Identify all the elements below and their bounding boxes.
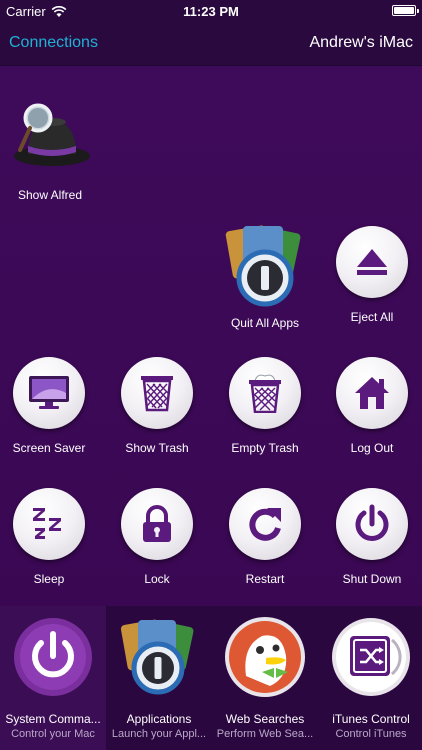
show-alfred-tile[interactable]: Show Alfred bbox=[0, 96, 100, 202]
dock-item-system-commands[interactable]: System Comma... Control your Mac bbox=[0, 606, 106, 750]
dock-subtitle: Launch your Appl... bbox=[111, 728, 207, 740]
screen-saver-tile[interactable]: Screen Saver bbox=[0, 357, 99, 455]
show-trash-circle bbox=[121, 357, 193, 429]
dock-item-itunes-control[interactable]: iTunes Control Control iTunes bbox=[318, 606, 422, 750]
log-out-tile[interactable]: Log Out bbox=[322, 357, 422, 455]
show-trash-label: Show Trash bbox=[125, 441, 189, 455]
power-icon bbox=[355, 504, 389, 541]
show-alfred-label: Show Alfred bbox=[17, 188, 83, 202]
sleep-circle bbox=[13, 488, 85, 560]
restart-tile[interactable]: Restart bbox=[215, 488, 315, 586]
dock-title: iTunes Control bbox=[332, 712, 410, 726]
lock-label: Lock bbox=[144, 572, 170, 586]
dock-item-web-searches[interactable]: Web Searches Perform Web Sea... bbox=[212, 606, 318, 750]
lock-icon bbox=[143, 505, 171, 542]
nav-bar: Connections Andrew's iMac bbox=[0, 22, 422, 66]
lock-circle bbox=[121, 488, 193, 560]
system-power-icon bbox=[14, 618, 92, 696]
quit-all-apps-tile[interactable]: Quit All Apps bbox=[215, 224, 315, 330]
applications-icon bbox=[120, 619, 194, 695]
status-time: 11:23 PM bbox=[183, 4, 239, 19]
empty-trash-tile[interactable]: Empty Trash bbox=[215, 357, 315, 455]
eject-icon bbox=[357, 249, 387, 275]
eject-circle bbox=[336, 226, 408, 298]
connections-button[interactable]: Connections bbox=[9, 34, 98, 52]
dock-subtitle: Perform Web Sea... bbox=[216, 728, 314, 740]
workflow-dock: System Comma... Control your Mac Applica… bbox=[0, 606, 422, 750]
1password-icon bbox=[221, 224, 309, 312]
dock-title: System Comma... bbox=[5, 712, 101, 726]
empty-trash-label: Empty Trash bbox=[231, 441, 299, 455]
status-bar: Carrier 11:23 PM bbox=[0, 0, 422, 22]
battery-icon bbox=[392, 5, 419, 16]
eject-all-tile[interactable]: Eject All bbox=[322, 226, 422, 324]
empty-trash-circle bbox=[229, 357, 301, 429]
log-out-label: Log Out bbox=[350, 441, 394, 455]
screen-saver-label: Screen Saver bbox=[12, 441, 86, 455]
sleep-zzz-icon bbox=[33, 508, 61, 539]
log-out-circle bbox=[336, 357, 408, 429]
shut-down-circle bbox=[336, 488, 408, 560]
itunes-shuffle-icon bbox=[332, 618, 410, 696]
dock-subtitle: Control iTunes bbox=[335, 728, 407, 740]
alfred-hat-icon bbox=[6, 96, 94, 184]
nav-title: Andrew's iMac bbox=[309, 34, 413, 51]
show-trash-tile[interactable]: Show Trash bbox=[107, 357, 207, 455]
sleep-label: Sleep bbox=[33, 572, 65, 586]
action-grid: Show Alfred Quit All Apps Eject All Scre… bbox=[0, 66, 422, 606]
quit-all-apps-label: Quit All Apps bbox=[230, 316, 300, 330]
lock-tile[interactable]: Lock bbox=[107, 488, 207, 586]
sleep-tile[interactable]: Sleep bbox=[0, 488, 99, 586]
dock-item-applications[interactable]: Applications Launch your Appl... bbox=[106, 606, 212, 750]
eject-all-label: Eject All bbox=[350, 310, 394, 324]
dock-subtitle: Control your Mac bbox=[11, 728, 95, 740]
home-icon bbox=[355, 377, 389, 409]
restart-label: Restart bbox=[245, 572, 285, 586]
restart-icon bbox=[249, 508, 281, 541]
trash-icon bbox=[141, 376, 173, 412]
shut-down-label: Shut Down bbox=[342, 572, 402, 586]
restart-circle bbox=[229, 488, 301, 560]
shut-down-tile[interactable]: Shut Down bbox=[322, 488, 422, 586]
dock-title: Web Searches bbox=[225, 712, 305, 726]
dock-title: Applications bbox=[126, 712, 192, 726]
screen-saver-circle bbox=[13, 357, 85, 429]
duckduckgo-icon bbox=[225, 617, 305, 697]
monitor-icon bbox=[29, 376, 69, 409]
full-trash-icon bbox=[249, 374, 281, 413]
